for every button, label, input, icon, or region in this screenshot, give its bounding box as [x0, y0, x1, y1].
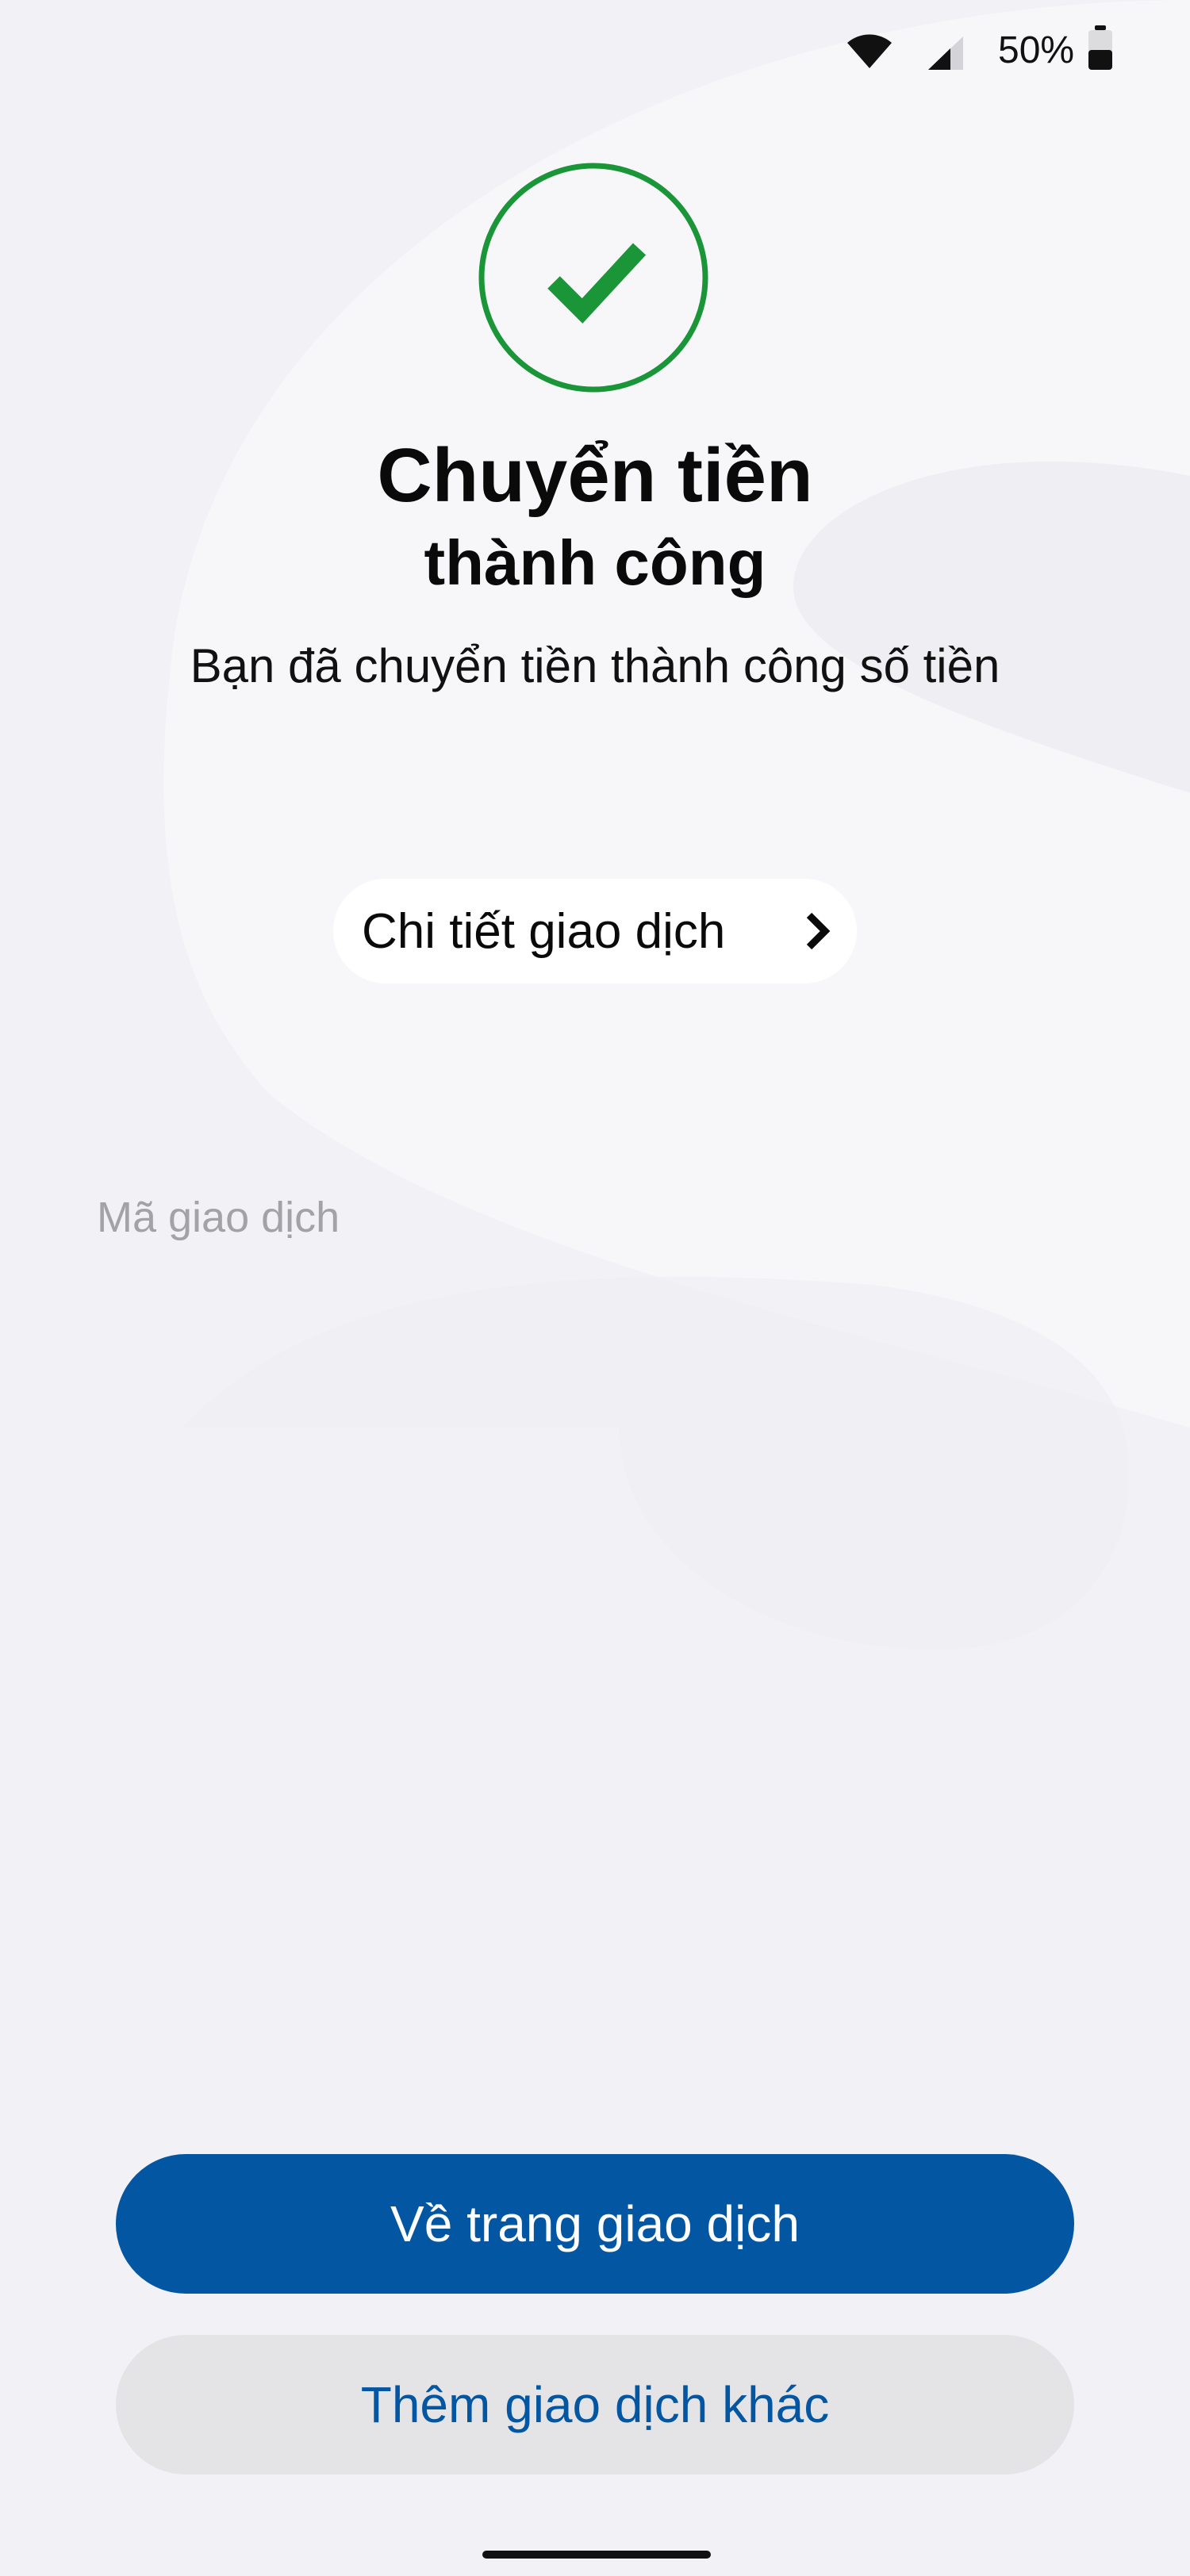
cellular-signal-icon: [928, 36, 963, 70]
transaction-details-button[interactable]: Chi tiết giao dịch: [333, 879, 857, 983]
page-title: Chuyển tiền: [377, 433, 813, 518]
add-another-transaction-button[interactable]: Thêm giao dịch khác: [116, 2335, 1074, 2474]
transaction-code-label: Mã giao dịch: [97, 1194, 340, 1241]
page-subtitle: thành công: [424, 527, 766, 598]
battery-icon: [1088, 25, 1112, 70]
battery-percent: 50%: [998, 29, 1075, 71]
home-indicator[interactable]: [482, 2551, 711, 2559]
back-to-transactions-button[interactable]: Về trang giao dịch: [116, 2154, 1074, 2294]
transaction-details-label: Chi tiết giao dịch: [362, 903, 726, 959]
check-circle-icon: [478, 163, 708, 393]
status-bar: 50%: [0, 0, 1190, 103]
chevron-right-icon: [806, 912, 831, 950]
success-message: Bạn đã chuyển tiền thành công số tiền: [190, 639, 1000, 692]
wifi-icon: [847, 34, 892, 68]
